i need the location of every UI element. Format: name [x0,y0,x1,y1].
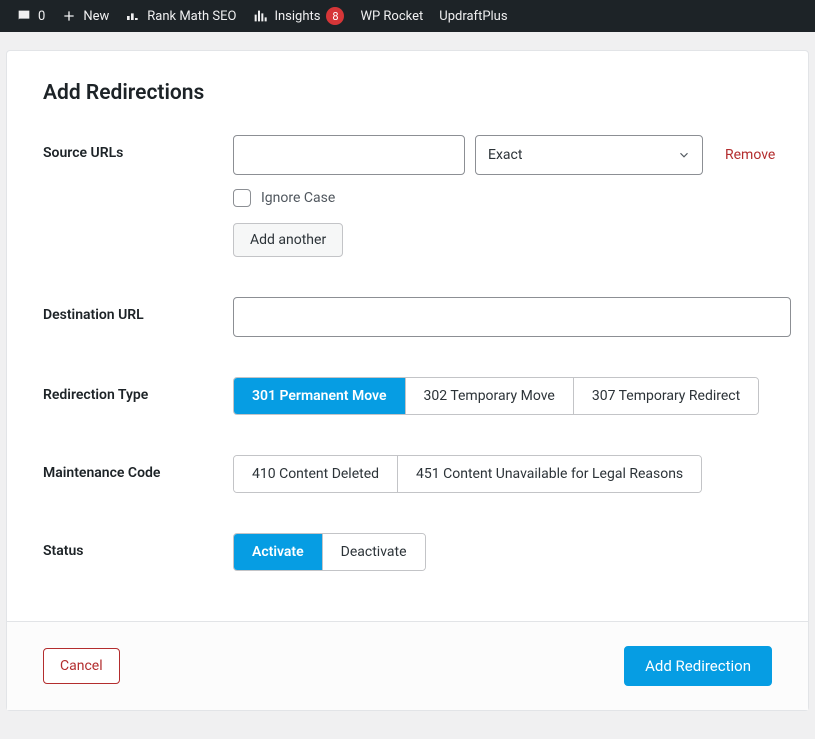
admin-bar-new[interactable]: New [53,0,117,32]
row-redirection-type: Redirection Type 301 Permanent Move 302 … [43,377,772,415]
match-type-select-wrap: Exact [475,135,703,175]
redirection-card: Add Redirections Source URLs Exact Remov… [6,50,809,711]
comments-count: 0 [38,9,45,24]
maint-410-option[interactable]: 410 Content Deleted [234,456,398,492]
remove-source-link[interactable]: Remove [725,147,775,163]
card-footer: Cancel Add Redirection [7,621,808,710]
redir-302-option[interactable]: 302 Temporary Move [406,378,574,414]
admin-bar-updraft[interactable]: UpdraftPlus [431,0,515,32]
row-maintenance-code: Maintenance Code 410 Content Deleted 451… [43,455,772,493]
admin-bar-wprocket[interactable]: WP Rocket [352,0,431,32]
page-title: Add Redirections [43,81,772,105]
admin-bar: 0 New Rank Math SEO Insights 8 WP Rocket… [0,0,815,32]
destination-url-input[interactable] [233,297,791,337]
admin-bar-comments[interactable]: 0 [8,0,53,32]
status-deactivate-option[interactable]: Deactivate [323,534,425,570]
match-type-select[interactable]: Exact [475,135,703,175]
destination-controls [233,297,791,337]
admin-bar-insights[interactable]: Insights 8 [244,0,352,32]
row-source-urls: Source URLs Exact Remove Ignore Case [43,135,772,257]
updraft-label: UpdraftPlus [439,9,507,24]
redir-301-option[interactable]: 301 Permanent Move [234,378,406,414]
ignore-case-label: Ignore Case [261,190,335,206]
maintenance-controls: 410 Content Deleted 451 Content Unavaila… [233,455,772,493]
insights-badge: 8 [326,7,344,25]
maintenance-code-group: 410 Content Deleted 451 Content Unavaila… [233,455,702,493]
source-url-input[interactable] [233,135,465,175]
source-controls: Exact Remove Ignore Case Add another [233,135,775,257]
redirection-type-group: 301 Permanent Move 302 Temporary Move 30… [233,377,759,415]
status-label: Status [43,533,233,571]
redir-307-option[interactable]: 307 Temporary Redirect [574,378,758,414]
rankmath-label: Rank Math SEO [147,9,236,24]
add-redirection-button[interactable]: Add Redirection [624,646,772,686]
redirection-type-label: Redirection Type [43,377,233,415]
source-urls-label: Source URLs [43,135,233,257]
row-destination-url: Destination URL [43,297,772,337]
new-label: New [83,9,109,24]
row-status: Status Activate Deactivate [43,533,772,571]
redirection-type-controls: 301 Permanent Move 302 Temporary Move 30… [233,377,772,415]
insights-icon [252,8,268,24]
status-controls: Activate Deactivate [233,533,772,571]
admin-bar-rankmath[interactable]: Rank Math SEO [117,0,244,32]
cancel-button[interactable]: Cancel [43,648,120,684]
add-another-button[interactable]: Add another [233,223,343,257]
rankmath-icon [125,8,141,24]
source-url-row: Exact Remove [233,135,775,175]
insights-label: Insights [274,9,320,24]
comment-icon [16,8,32,24]
status-activate-option[interactable]: Activate [234,534,323,570]
card-body: Add Redirections Source URLs Exact Remov… [7,51,808,621]
plus-icon [61,8,77,24]
maint-451-option[interactable]: 451 Content Unavailable for Legal Reason… [398,456,701,492]
status-group: Activate Deactivate [233,533,426,571]
ignore-case-checkbox[interactable] [233,189,251,207]
destination-url-label: Destination URL [43,297,233,337]
ignore-case-row: Ignore Case [233,189,775,207]
wprocket-label: WP Rocket [360,9,423,24]
maintenance-code-label: Maintenance Code [43,455,233,493]
